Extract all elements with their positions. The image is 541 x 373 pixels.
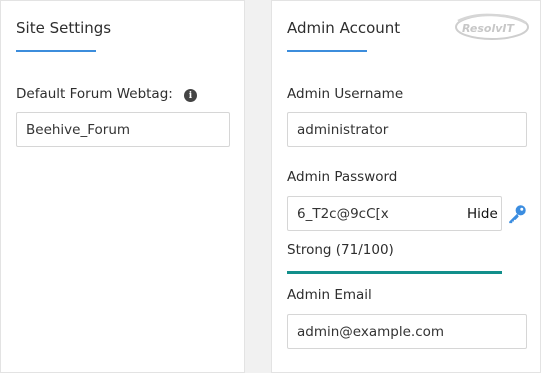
- admin-password-value: 6_T2c@9cC[x: [297, 205, 389, 222]
- key-icon[interactable]: [506, 203, 528, 225]
- site-settings-title-underline: [16, 50, 96, 52]
- webtag-input-value: Beehive_Forum: [26, 121, 131, 138]
- admin-email-input[interactable]: admin@example.com: [287, 314, 527, 349]
- admin-email-value: admin@example.com: [297, 323, 445, 340]
- admin-username-value: administrator: [297, 121, 389, 138]
- resolvit-logo: ResolvIT: [455, 13, 529, 40]
- admin-account-title: Admin Account: [287, 19, 401, 37]
- site-settings-panel: Site Settings Default Forum Webtag: i Be…: [0, 0, 245, 373]
- admin-account-title-underline: [287, 50, 367, 52]
- info-icon[interactable]: i: [184, 89, 197, 102]
- admin-username-label: Admin Username: [287, 86, 404, 102]
- password-strength-bar: [287, 271, 502, 274]
- admin-account-panel: Admin Account Admin Username administrat…: [271, 0, 541, 373]
- webtag-input[interactable]: Beehive_Forum: [16, 112, 230, 147]
- site-settings-title: Site Settings: [16, 19, 112, 37]
- password-strength-text: Strong (71/100): [287, 242, 394, 258]
- logo-text: ResolvIT: [462, 22, 516, 35]
- admin-email-label: Admin Email: [287, 287, 372, 303]
- hide-password-button[interactable]: Hide: [467, 206, 498, 222]
- admin-password-label: Admin Password: [287, 169, 398, 185]
- webtag-label: Default Forum Webtag:: [16, 86, 173, 102]
- admin-username-input[interactable]: administrator: [287, 112, 527, 147]
